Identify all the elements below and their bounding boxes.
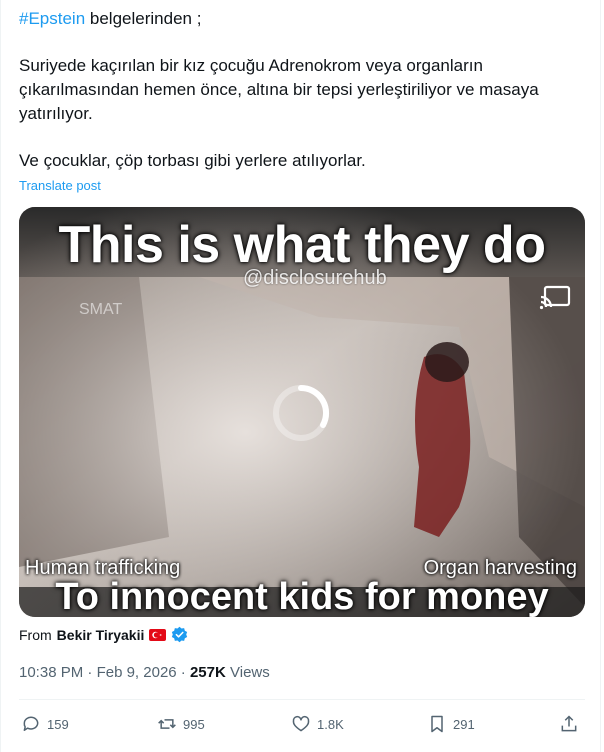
views-count: 257K — [189, 664, 226, 681]
repost-icon — [158, 719, 176, 729]
post-text: #Epstein belgelerinden ; Suriyede kaçırı… — [19, 7, 579, 173]
reply-count: 159 — [47, 716, 69, 732]
share-icon — [561, 715, 577, 732]
video-headline: This is what they do — [58, 216, 546, 274]
post-paragraph-1: Suriyede kaçırılan bir kız çocuğu Adreno… — [19, 56, 539, 123]
like-icon — [292, 715, 310, 732]
hashtag-link[interactable]: #Epstein — [19, 9, 85, 28]
post-time[interactable]: 10:38 PM — [19, 664, 83, 681]
meta-separator: · — [87, 664, 93, 681]
divider — [19, 699, 585, 700]
repost-button[interactable]: 995 — [157, 706, 205, 742]
post-line1-rest: belgelerinden ; — [85, 9, 202, 28]
meta-separator: · — [180, 664, 186, 681]
video-watermark: @disclosurehub — [243, 267, 387, 289]
post-line1: #Epstein belgelerinden ; — [19, 7, 579, 31]
source-attribution: From Bekir Tiryakii — [19, 626, 188, 643]
translate-post-link[interactable]: Translate post — [19, 178, 101, 193]
post-meta: 10:38 PM · Feb 9, 2026 · 257K Views — [19, 664, 270, 681]
loading-spinner-icon — [273, 384, 330, 441]
views-label: Views — [230, 664, 270, 681]
reply-icon — [23, 716, 39, 731]
right-border — [600, 0, 601, 752]
repost-count: 995 — [183, 716, 205, 732]
like-button[interactable]: 1.8K — [291, 706, 344, 742]
share-button[interactable] — [559, 706, 579, 742]
video-player[interactable]: This is what they do @disclosurehub SMAT… — [19, 207, 585, 617]
cast-icon[interactable] — [539, 285, 571, 311]
verified-badge-icon — [172, 626, 188, 643]
turkey-flag-icon — [149, 628, 167, 641]
reply-button[interactable]: 159 — [21, 706, 69, 742]
post-date[interactable]: Feb 9, 2026 — [97, 664, 177, 681]
from-label: From — [19, 626, 52, 643]
post-card: #Epstein belgelerinden ; Suriyede kaçırı… — [0, 0, 604, 752]
bookmark-count: 291 — [453, 716, 475, 732]
bookmark-icon — [431, 715, 443, 733]
video-corner-mark: SMAT — [79, 301, 123, 318]
bookmark-button[interactable]: 291 — [427, 706, 475, 742]
left-border — [0, 0, 1, 752]
video-subline: To innocent kids for money — [55, 576, 549, 617]
source-name[interactable]: Bekir Tiryakii — [57, 627, 145, 643]
like-count: 1.8K — [317, 716, 344, 732]
action-bar: 159 995 1.8K 291 — [19, 706, 585, 742]
post-paragraph-2: Ve çocuklar, çöp torbası gibi yerlere at… — [19, 151, 366, 170]
